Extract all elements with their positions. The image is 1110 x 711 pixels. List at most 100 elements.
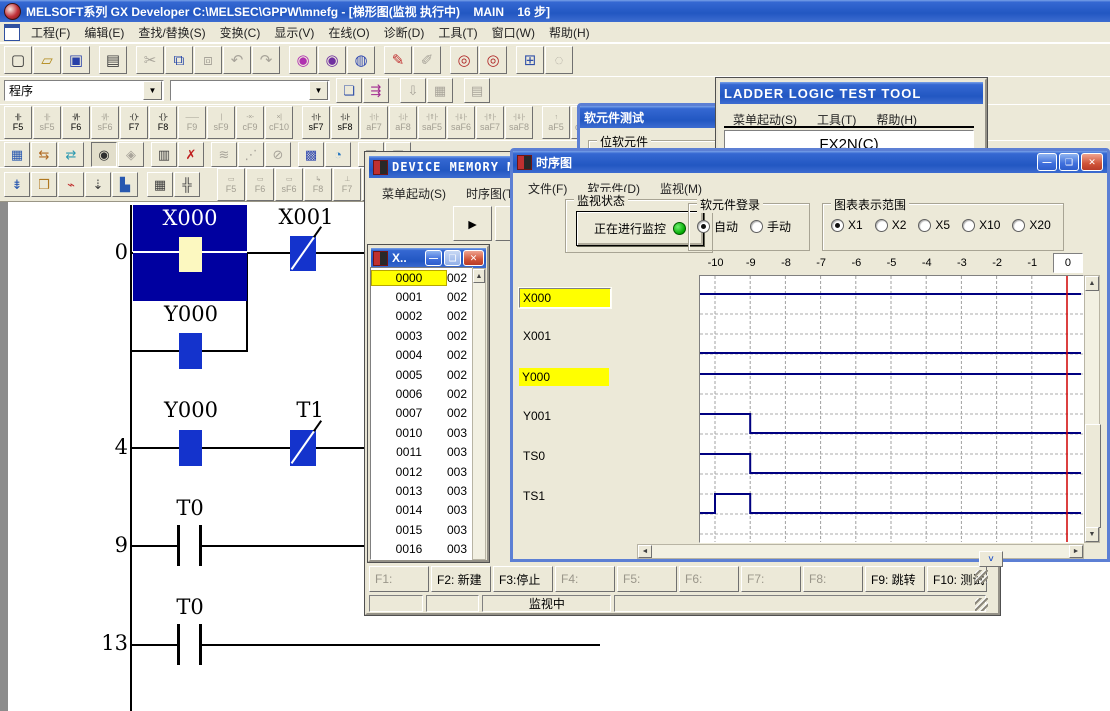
- menu-item[interactable]: 窗口(W): [485, 22, 542, 43]
- new-project-button[interactable]: ▢: [4, 46, 32, 74]
- device-list-row[interactable]: 0007002: [371, 404, 472, 423]
- menu-item[interactable]: 菜单起动(S): [375, 183, 453, 204]
- error-jump-button[interactable]: ⌁: [58, 172, 84, 197]
- device-memory-button[interactable]: ▦: [4, 142, 30, 167]
- contact-nc-on[interactable]: [290, 236, 316, 271]
- device-list-row[interactable]: 0010003: [371, 423, 472, 442]
- ladder-key-saF5-button[interactable]: -|⇑|-saF5: [418, 106, 446, 139]
- device-list-titlebar[interactable]: X.. — ❑ ✕: [371, 248, 486, 268]
- monitor-write-mode-button[interactable]: ◈: [118, 142, 144, 167]
- ladder-key-F5-button[interactable]: -||-F5: [4, 106, 32, 139]
- download-button[interactable]: ⇩: [400, 78, 426, 103]
- ladder-key-F7-button[interactable]: -( )-F7: [120, 106, 148, 139]
- scroll-down-icon[interactable]: ▼: [1085, 527, 1099, 542]
- scroll-up-icon[interactable]: ▲: [473, 269, 485, 283]
- fkey-button[interactable]: F3:停止: [493, 566, 553, 592]
- monitor-grid-button[interactable]: ▦: [427, 78, 453, 103]
- fkey-button[interactable]: F5:: [617, 566, 677, 592]
- copy-button[interactable]: ⧉: [165, 46, 193, 74]
- dropdown-arrow-icon[interactable]: ▼: [309, 81, 328, 100]
- online-change-button[interactable]: ⇟: [4, 172, 30, 197]
- menu-item[interactable]: 诊断(D): [377, 22, 432, 43]
- device-comment-button[interactable]: ⇆: [31, 142, 57, 167]
- radio-X10[interactable]: X10: [962, 218, 1000, 232]
- ladder-key-sF5-button[interactable]: -||-sF5: [33, 106, 61, 139]
- ladder-key-sF7-button[interactable]: -|↑|-sF7: [302, 106, 330, 139]
- monitoring-button[interactable]: 正在进行监控: [576, 211, 704, 246]
- device-list-row[interactable]: 0001002: [371, 287, 472, 306]
- waveform-hscrollbar[interactable]: ◄ ►: [637, 544, 1084, 559]
- save-project-button[interactable]: ▣: [62, 46, 90, 74]
- paste-button[interactable]: ⧈: [194, 46, 222, 74]
- fkey-button[interactable]: F7:: [741, 566, 801, 592]
- screen-transfer-button[interactable]: ⊞: [516, 46, 544, 74]
- radio-X2[interactable]: X2: [875, 218, 907, 232]
- sfc-zoom-button[interactable]: ▦: [147, 172, 173, 197]
- maximize-button[interactable]: ❑: [1059, 153, 1079, 171]
- cut-button[interactable]: ✂: [136, 46, 164, 74]
- delete-mode-button[interactable]: ✗: [178, 142, 204, 167]
- redo-button[interactable]: ↷: [252, 46, 280, 74]
- ladder-key-sF6-button[interactable]: ▭sF6: [275, 168, 303, 201]
- menu-item[interactable]: 编辑(E): [77, 22, 131, 43]
- menu-item[interactable]: 工程(F): [24, 22, 77, 43]
- ladder-key-F6-button[interactable]: ▭F6: [246, 168, 274, 201]
- ladder-key-aF5-button[interactable]: ↑aF5: [542, 106, 570, 139]
- program-check-button[interactable]: ◌: [545, 46, 573, 74]
- menu-item[interactable]: 工具(T): [431, 22, 484, 43]
- ladder-key-saF7-button[interactable]: -|⇑|-saF7: [476, 106, 504, 139]
- ladder-insert-button[interactable]: ✐: [413, 46, 441, 74]
- fkey-button[interactable]: F9: 跳转: [865, 566, 925, 592]
- program-list-button[interactable]: ▤: [464, 78, 490, 103]
- ladder-key-F8-button[interactable]: ↳F8: [304, 168, 332, 201]
- scroll-right-icon[interactable]: ►: [1069, 545, 1083, 558]
- device-batch-monitor-button[interactable]: ▩: [298, 142, 324, 167]
- mdi-child-icon[interactable]: [4, 24, 20, 41]
- device-list-row[interactable]: 0014003: [371, 501, 472, 520]
- monitor-mode-button[interactable]: ◉: [91, 142, 117, 167]
- ladder-key-aF8-button[interactable]: -|↓|-aF8: [389, 106, 417, 139]
- signal-scroll-down-button[interactable]: ˅: [979, 551, 1003, 567]
- scroll-left-icon[interactable]: ◄: [638, 545, 652, 558]
- ladder-key-cF9-button[interactable]: -×-cF9: [236, 106, 264, 139]
- read-mode-button[interactable]: ▥: [151, 142, 177, 167]
- device-list-row[interactable]: 0006002: [371, 384, 472, 403]
- menu-item[interactable]: 在线(O): [321, 22, 376, 43]
- find-instruction-button[interactable]: ◉: [318, 46, 346, 74]
- step-run-button[interactable]: ⇣: [85, 172, 111, 197]
- ladder-key-saF8-button[interactable]: -|⇓|-saF8: [505, 106, 533, 139]
- selected-cell[interactable]: X000: [133, 205, 247, 301]
- resize-grip[interactable]: [975, 598, 988, 611]
- menu-item[interactable]: 查找/替换(S): [131, 22, 212, 43]
- ladder-key-aF7-button[interactable]: -|↑|-aF7: [360, 106, 388, 139]
- parameter-button[interactable]: ⇄: [58, 142, 84, 167]
- data-type-combobox[interactable]: 程序 ▼: [4, 80, 164, 101]
- timing-titlebar[interactable]: 时序图 — ❑ ✕: [513, 151, 1107, 173]
- ladder-key-F8-button[interactable]: -{ }-F8: [149, 106, 177, 139]
- ladder-key-cF10-button[interactable]: ×|cF10: [265, 106, 293, 139]
- interlock-mode-button[interactable]: ⊘: [265, 142, 291, 167]
- minimize-button[interactable]: —: [1037, 153, 1057, 171]
- dropdown-arrow-icon[interactable]: ▼: [143, 81, 162, 100]
- fkey-button[interactable]: F2: 新建: [431, 566, 491, 592]
- ladder-key-F9-button[interactable]: ——F9: [178, 106, 206, 139]
- test-tool-titlebar[interactable]: LADDER LOGIC TEST TOOL: [720, 82, 983, 104]
- ladder-key-sF6-button[interactable]: -|/|-sF6: [91, 106, 119, 139]
- ladder-key-F7-button[interactable]: ⊥F7: [333, 168, 361, 201]
- undo-button[interactable]: ↶: [223, 46, 251, 74]
- data-name-combobox[interactable]: ▼: [170, 80, 330, 101]
- close-button[interactable]: ✕: [463, 250, 484, 266]
- write-mode-button[interactable]: ≋: [211, 142, 237, 167]
- list-scrollbar[interactable]: ▲: [472, 268, 486, 560]
- device-list-row[interactable]: 0011003: [371, 443, 472, 462]
- radio-手动[interactable]: 手动: [750, 218, 791, 235]
- ladder-write-button[interactable]: ✎: [384, 46, 412, 74]
- find-device-button[interactable]: ◉: [289, 46, 317, 74]
- radio-X20[interactable]: X20: [1012, 218, 1050, 232]
- menu-item[interactable]: 变换(C): [213, 22, 268, 43]
- menu-item[interactable]: 显示(V): [267, 22, 321, 43]
- ladder-key-sF8-button[interactable]: -|↓|-sF8: [331, 106, 359, 139]
- block-list-button[interactable]: ▙: [112, 172, 138, 197]
- radio-X1[interactable]: X1: [831, 218, 863, 232]
- comment-display-button[interactable]: ❏: [336, 78, 362, 103]
